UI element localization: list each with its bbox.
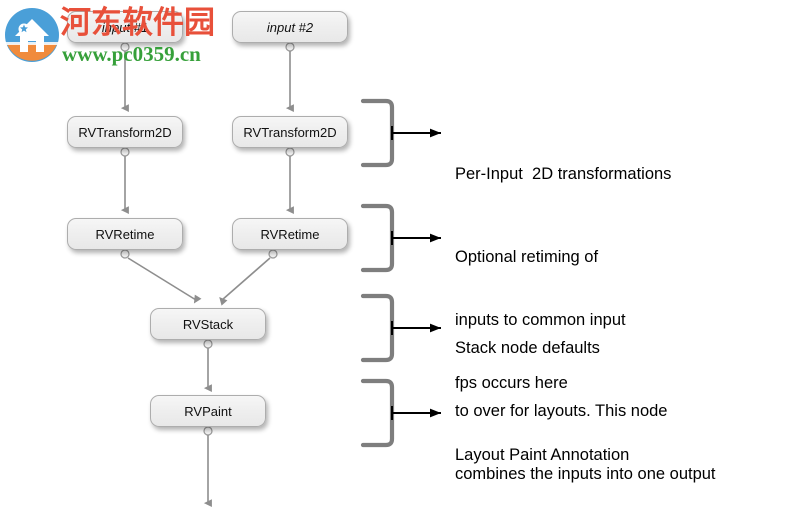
node-rvpaint[interactable]: RVPaint	[150, 395, 266, 427]
node-input-2[interactable]: input #2	[232, 11, 348, 43]
node-label: input #1	[101, 19, 149, 35]
annotation-line: Stack node defaults	[455, 339, 600, 357]
node-label: RVPaint	[184, 403, 232, 419]
edge-stack-to-paint	[203, 339, 213, 393]
edge-transform2d1-to-retime1	[120, 147, 130, 215]
edge-input1-to-transform2d1	[120, 42, 130, 113]
annotation-line: Layout Paint Annotation	[455, 446, 630, 464]
node-label: RVRetime	[95, 226, 155, 242]
node-rvretime-2[interactable]: RVRetime	[232, 218, 348, 250]
bracket-2	[360, 203, 441, 273]
node-label: input #2	[266, 19, 314, 35]
edge-input2-to-transform2d2	[285, 42, 295, 113]
annotation-line: Optional retiming of	[455, 248, 599, 266]
node-rvtransform2d-2[interactable]: RVTransform2D	[232, 116, 348, 148]
annotation-line: Per-Input 2D transformations	[455, 165, 672, 183]
node-label: RVStack	[182, 316, 234, 332]
diagram-canvas: input #1 input #2 RVTransform2D RVTransf…	[0, 0, 791, 528]
node-rvretime-1[interactable]: RVRetime	[67, 218, 183, 250]
node-rvstack[interactable]: RVStack	[150, 308, 266, 340]
node-input-1[interactable]: input #1	[67, 11, 183, 43]
node-label: RVTransform2D	[78, 124, 172, 140]
edge-transform2d2-to-retime2	[285, 147, 295, 215]
node-label: RVTransform2D	[243, 124, 337, 140]
node-rvtransform2d-1[interactable]: RVTransform2D	[67, 116, 183, 148]
edge-retime1-to-stack	[120, 249, 202, 304]
edge-retime2-to-stack	[219, 249, 278, 306]
annotation-paint: Layout Paint Annotation	[455, 403, 629, 508]
bracket-3	[360, 293, 441, 363]
edge-paint-to-output	[203, 426, 213, 508]
bracket-4	[360, 378, 441, 448]
bracket-1	[360, 98, 441, 168]
node-label: RVRetime	[260, 226, 320, 242]
